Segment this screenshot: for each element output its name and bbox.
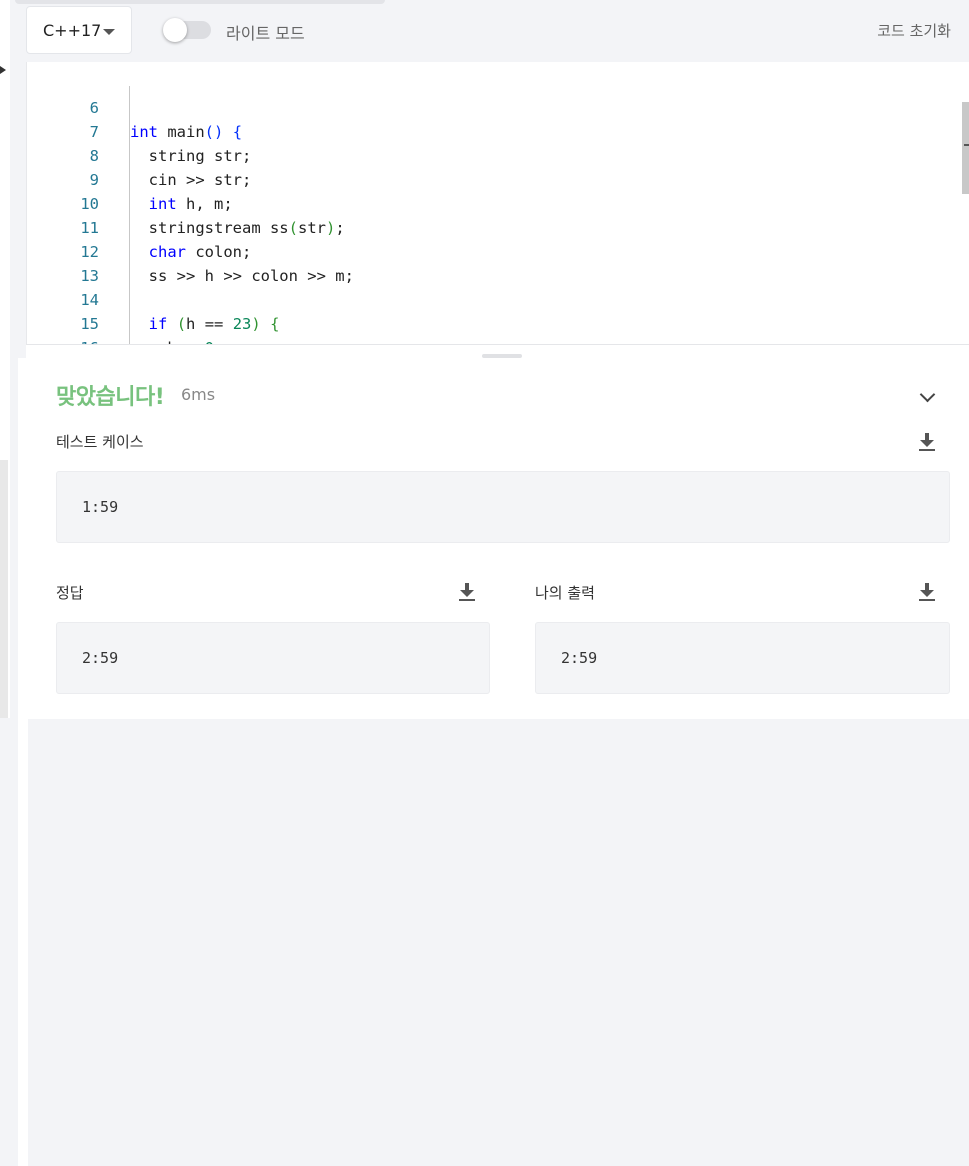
code-line: 9 int h, m; [27, 144, 969, 213]
my-output-box: 2:59 [535, 622, 950, 694]
code-line: 7 string str; [27, 96, 969, 165]
left-panel-edge [0, 0, 10, 718]
code-line: 16 } else { [27, 312, 969, 344]
collapse-arrow-icon[interactable] [0, 66, 6, 74]
left-scrollbar[interactable] [0, 460, 8, 718]
toolbar-top-edge [15, 0, 385, 4]
code-text: h = 0; [130, 336, 223, 344]
download-icon[interactable] [458, 583, 476, 603]
scroll-marker [964, 144, 969, 146]
editor-scrollbar[interactable] [962, 102, 969, 194]
testcase-value: 1:59 [82, 498, 119, 516]
testcase-label: 테스트 케이스 [56, 433, 144, 451]
language-select[interactable]: C++17 [26, 6, 132, 54]
code-line: 15 h = 0; [27, 288, 969, 344]
caret-down-icon [103, 29, 115, 35]
editor-toolbar: C++17 라이트 모드 코드 초기화 [10, 0, 969, 62]
light-mode-toggle[interactable] [163, 18, 211, 42]
result-status: 맞았습니다! [56, 385, 165, 410]
code-line: 13 [27, 240, 969, 285]
code-line: 10 stringstream ss(str); [27, 168, 969, 237]
result-panel: 맞았습니다! 6ms 테스트 케이스 1:59 정답 2:59 나의 출력 2:… [26, 344, 969, 719]
answer-box: 2:59 [56, 622, 490, 694]
chevron-down-icon[interactable] [919, 386, 936, 403]
code-line: 6 int main() { [27, 72, 969, 141]
reset-code-button[interactable]: 코드 초기화 [877, 20, 951, 41]
code-line: 12 ss >> h >> colon >> m; [27, 216, 969, 285]
download-icon[interactable] [918, 433, 936, 453]
download-icon[interactable] [918, 583, 936, 603]
resize-handle[interactable] [482, 354, 522, 358]
my-output-value: 2:59 [561, 649, 598, 667]
my-output-label: 나의 출력 [535, 584, 595, 602]
execution-time: 6ms [181, 385, 216, 404]
light-mode-label: 라이트 모드 [226, 24, 305, 43]
code-line: 14 if (h == 23) { [27, 264, 969, 333]
language-select-value: C++17 [43, 20, 102, 40]
answer-label: 정답 [56, 584, 84, 602]
code-line: 11 char colon; [27, 192, 969, 261]
line-number: 16 [27, 336, 99, 344]
code-line: 8 cin >> str; [27, 120, 969, 189]
toggle-knob [163, 18, 187, 42]
code-editor[interactable]: 6 int main() { 7 string str; 8 cin >> st… [26, 62, 969, 344]
answer-value: 2:59 [82, 649, 119, 667]
testcase-box: 1:59 [56, 471, 950, 543]
